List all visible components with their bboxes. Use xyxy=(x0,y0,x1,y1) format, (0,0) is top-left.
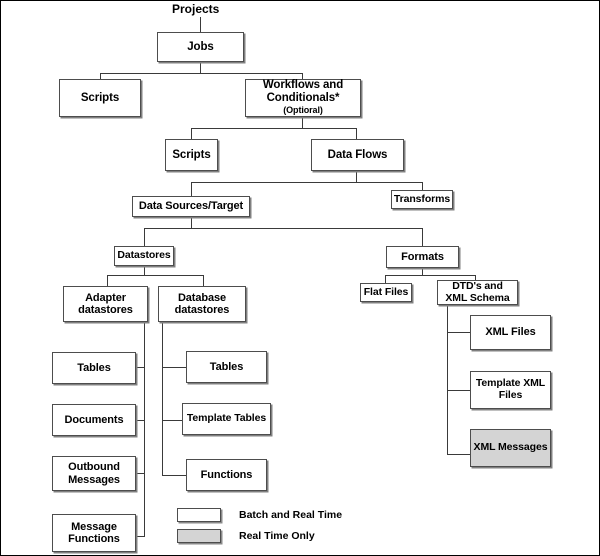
connector-dtd-to-templatexml xyxy=(447,390,470,391)
node-db-tables[interactable]: Tables xyxy=(186,351,267,383)
node-db-template-tables-label: Template Tables xyxy=(186,412,267,425)
connector-dataflows-bus xyxy=(191,182,422,183)
node-dtd-and-xml-schema-label: DTD's and XML Schema xyxy=(445,279,510,304)
node-adapter-outbound-messages-label: Outbound Messages xyxy=(68,461,120,486)
legend-swatch-shaded xyxy=(177,529,221,543)
connector-dtd-to-xmlfiles xyxy=(447,332,470,333)
connector-sources-to-formats xyxy=(422,228,423,246)
node-template-xml-files-label: Template XML Files xyxy=(475,377,546,401)
connector-dtd-to-xmlmessages xyxy=(447,454,470,455)
connector-formats-to-flatfiles xyxy=(385,275,386,283)
connector-adapter-to-documents xyxy=(137,420,145,421)
connector-database-spine xyxy=(162,321,163,476)
node-adapter-message-functions-label: Message Functions xyxy=(68,520,120,545)
node-db-functions[interactable]: Functions xyxy=(186,459,267,491)
node-adapter-outbound-messages[interactable]: Outbound Messages xyxy=(52,456,136,491)
connector-datastores-to-adapter xyxy=(107,275,108,286)
node-workflows-sublabel: (Optioral) xyxy=(283,105,323,116)
node-jobs[interactable]: Jobs xyxy=(157,32,244,62)
node-adapter-documents-label: Documents xyxy=(64,413,124,426)
node-adapter-datastores[interactable]: Adapter datastores xyxy=(63,286,148,322)
node-xml-messages[interactable]: XML Messages xyxy=(470,429,551,467)
node-flat-files[interactable]: Flat Files xyxy=(360,283,412,302)
connector-jobs-stem xyxy=(200,62,201,73)
node-database-datastores-label: Database datastores xyxy=(174,291,230,316)
node-db-functions-label: Functions xyxy=(200,468,253,481)
node-dtd-and-xml-schema[interactable]: DTD's and XML Schema xyxy=(437,280,518,305)
node-data-sources-target[interactable]: Data Sources/Target xyxy=(132,196,250,217)
node-database-datastores[interactable]: Database datastores xyxy=(158,286,246,322)
legend-label-batch-and-real-time: Batch and Real Time xyxy=(239,509,343,521)
connector-database-to-functions xyxy=(162,475,186,476)
connector-adapter-spine xyxy=(144,321,145,536)
connector-adapter-to-msgfunctions xyxy=(137,536,145,537)
node-data-flows-label: Data Flows xyxy=(327,148,388,161)
node-workflows-conditionals[interactable]: Workflows and Conditionals* (Optioral) xyxy=(245,79,361,117)
node-adapter-message-functions[interactable]: Message Functions xyxy=(52,514,136,552)
connector-datastores-to-database xyxy=(203,275,204,286)
diagram-canvas: Projects Jobs Scripts Workflows and Cond… xyxy=(0,0,600,556)
node-adapter-documents[interactable]: Documents xyxy=(52,404,136,436)
node-formats[interactable]: Formats xyxy=(386,246,459,268)
legend-item-real-time-only: Real Time Only xyxy=(177,529,342,543)
connector-workflows-bus xyxy=(191,128,356,129)
node-formats-label: Formats xyxy=(401,250,444,263)
connector-sources-stem xyxy=(191,217,192,228)
connector-dtd-spine xyxy=(447,305,448,454)
node-xml-messages-label: XML Messages xyxy=(473,441,548,454)
connector-dataflows-to-transforms xyxy=(422,182,423,190)
node-jobs-label: Jobs xyxy=(187,40,214,53)
node-xml-files[interactable]: XML Files xyxy=(470,315,551,350)
connector-workflows-to-dataflows xyxy=(356,128,357,139)
node-xml-files-label: XML Files xyxy=(485,326,536,339)
node-datastores[interactable]: Datastores xyxy=(114,246,174,266)
connector-adapter-to-outbound xyxy=(137,473,145,474)
node-template-xml-files[interactable]: Template XML Files xyxy=(470,371,551,409)
node-transforms[interactable]: Transforms xyxy=(391,190,453,209)
node-scripts-mid[interactable]: Scripts xyxy=(165,139,218,171)
node-flat-files-label: Flat Files xyxy=(363,285,409,298)
connector-database-to-tables xyxy=(162,367,186,368)
legend-swatch-white xyxy=(177,508,221,522)
node-db-template-tables[interactable]: Template Tables xyxy=(182,403,271,435)
connector-sources-bus xyxy=(144,228,422,229)
node-db-tables-label: Tables xyxy=(209,360,244,373)
node-data-sources-target-label: Data Sources/Target xyxy=(138,200,244,213)
node-transforms-label: Transforms xyxy=(393,192,451,205)
node-adapter-tables[interactable]: Tables xyxy=(52,352,136,384)
connector-formats-bus xyxy=(385,275,475,276)
connector-adapter-to-tables xyxy=(137,367,145,368)
node-scripts-top-label: Scripts xyxy=(80,91,120,104)
connector-workflows-stem xyxy=(302,117,303,128)
node-scripts-top[interactable]: Scripts xyxy=(59,79,141,117)
node-workflows-label: Workflows and Conditionals* xyxy=(262,78,344,104)
connector-projects-jobs xyxy=(200,17,201,32)
node-adapter-datastores-label: Adapter datastores xyxy=(78,291,133,316)
legend-label-real-time-only: Real Time Only xyxy=(239,530,315,542)
connector-dataflows-stem xyxy=(356,171,357,182)
connector-datastores-stem xyxy=(144,266,145,275)
node-datastores-label: Datastores xyxy=(117,249,171,262)
connector-dataflows-to-sources xyxy=(191,182,192,196)
node-adapter-tables-label: Tables xyxy=(77,361,111,374)
node-scripts-mid-label: Scripts xyxy=(172,148,211,161)
root-label-projects: Projects xyxy=(172,2,220,16)
legend: Batch and Real Time Real Time Only xyxy=(177,508,342,550)
connector-jobs-bus xyxy=(100,73,303,74)
connector-workflows-to-scripts xyxy=(191,128,192,139)
legend-item-batch-and-real-time: Batch and Real Time xyxy=(177,508,342,522)
connector-datastores-bus xyxy=(107,275,203,276)
connector-sources-to-datastores xyxy=(144,228,145,246)
node-workflows-label-group: Workflows and Conditionals* (Optioral) xyxy=(246,79,360,118)
node-data-flows[interactable]: Data Flows xyxy=(311,139,404,171)
